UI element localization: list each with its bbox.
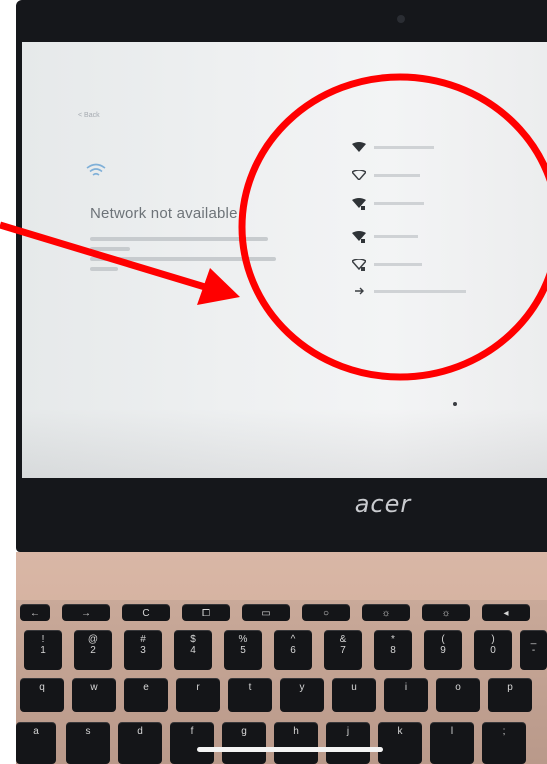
highlight-circle bbox=[238, 73, 547, 381]
photo-stage: < Back Network not available acer ← → C bbox=[0, 0, 547, 764]
annotation-overlay bbox=[0, 73, 547, 381]
pointer-arrow-shaft bbox=[0, 221, 207, 291]
